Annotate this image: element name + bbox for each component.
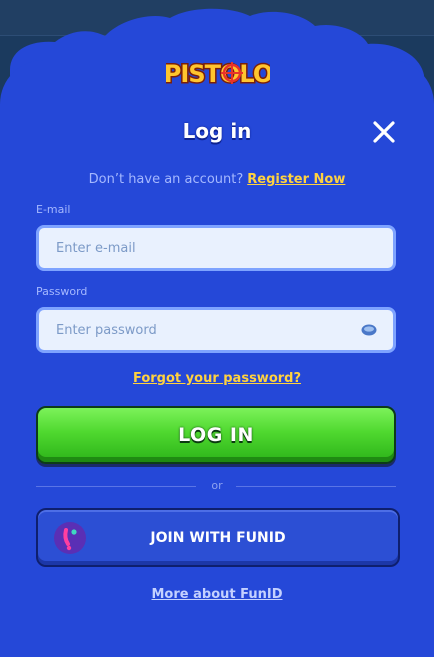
password-placeholder: Enter password [56,322,157,338]
register-now-link[interactable]: Register Now [247,172,345,187]
pistolo-logo: PISTOLO [166,59,270,90]
password-label: Password [36,285,88,298]
password-field[interactable]: Enter password [36,307,396,353]
signup-prompt-text: Don’t have an account? [88,172,244,187]
forgot-password-link[interactable]: Forgot your password? [0,371,434,386]
funid-button-label: JOIN WITH FUNID [150,530,286,546]
more-about-funid-link[interactable]: More about FunID [0,587,434,602]
email-placeholder: Enter e-mail [56,240,136,256]
svg-text:PISTOLO: PISTOLO [166,60,270,88]
email-label: E-mail [36,203,71,216]
divider-line-right [236,486,396,487]
login-modal [0,60,434,657]
join-with-funid-button[interactable]: JOIN WITH FUNID [36,508,400,567]
eye-icon[interactable] [361,323,377,337]
email-field[interactable]: Enter e-mail [36,225,396,271]
modal-title: Log in [182,119,252,143]
signup-prompt: Don’t have an account? Register Now [0,172,434,187]
login-button[interactable]: LOG IN [36,406,396,464]
close-icon[interactable] [370,118,398,146]
